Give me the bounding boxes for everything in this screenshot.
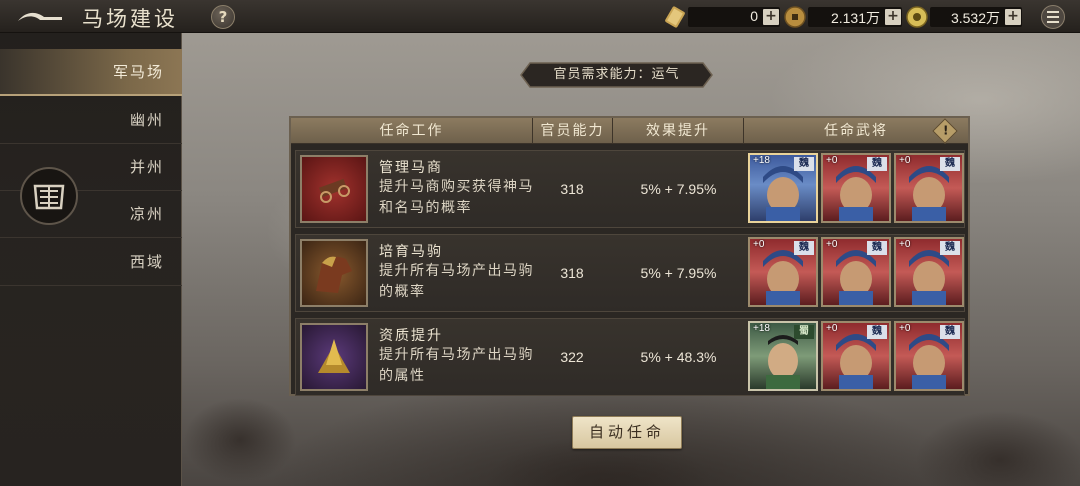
general-slot[interactable]: +0 魏: [894, 237, 964, 307]
official-ability: 318: [560, 181, 584, 197]
gold-resource: 3.532万 +: [930, 7, 1022, 27]
menu-line: [1047, 21, 1059, 23]
header-effect: 效果提升: [613, 118, 744, 144]
add-gold-button[interactable]: +: [1005, 9, 1021, 25]
top-bar: 马场建设 ? 0 + 2.131万 + 3.532万 +: [0, 0, 1080, 33]
general-slot[interactable]: +0 魏: [821, 153, 891, 223]
menu-line: [1047, 16, 1059, 18]
header-ability: 官员能力: [533, 118, 613, 144]
general-level: +0: [826, 239, 838, 250]
region-emblem-button[interactable]: [20, 167, 78, 225]
gold-coin-icon: [906, 6, 928, 28]
sidebar: 军马场 幽州 并州 凉州 西域: [0, 33, 182, 486]
effect-boost: 5% + 7.95%: [640, 181, 717, 197]
general-level: +0: [826, 323, 838, 334]
scroll-count: 0: [750, 8, 758, 24]
general-level: +0: [899, 239, 911, 250]
faction-badge: 魏: [940, 325, 960, 339]
copper-resource: 2.131万 +: [808, 7, 902, 27]
faction-badge: 魏: [794, 157, 814, 171]
copper-coin-icon: [784, 6, 806, 28]
general-slot[interactable]: +18 魏: [748, 153, 818, 223]
grain-bundle-icon: [318, 339, 350, 373]
task-name: 管理马商: [379, 160, 443, 176]
back-button[interactable]: [14, 6, 66, 28]
horse-icon: [316, 256, 352, 293]
requirement-text: 官员需求能力：运气: [553, 67, 680, 82]
auto-appoint-button[interactable]: 自动任命: [572, 416, 682, 449]
appointment-table: 任命工作 官员能力 效果提升 任命武将 ! 管理马商 提升马商购买获得神马和名马…: [289, 116, 970, 396]
effect-boost: 5% + 7.95%: [640, 265, 717, 281]
faction-badge: 魏: [940, 157, 960, 171]
task-desc: 提升所有马场产出马驹的概率: [379, 263, 534, 300]
official-ability: 322: [560, 349, 584, 365]
info-mark: !: [942, 123, 949, 138]
table-row: 培育马驹 提升所有马场产出马驹的概率 318 5% + 7.95% +0 魏 +…: [295, 234, 965, 312]
copper-count: 2.131万: [830, 10, 880, 26]
official-ability: 318: [560, 265, 584, 281]
task-desc: 提升马商购买获得神马和名马的概率: [379, 179, 534, 216]
back-arrow-icon: [18, 12, 62, 21]
general-slot[interactable]: +0 魏: [894, 321, 964, 391]
faction-badge: 魏: [940, 241, 960, 255]
task-name: 资质提升: [379, 328, 443, 344]
sidebar-item-army-horse-farm[interactable]: 军马场: [0, 49, 182, 96]
task-desc: 提升所有马场产出马驹的属性: [379, 347, 534, 384]
foal-thumb: [300, 239, 368, 307]
sidebar-item-youzhou[interactable]: 幽州: [0, 97, 182, 144]
table-row: 资质提升 提升所有马场产出马驹的属性 322 5% + 48.3% +18 蜀 …: [295, 318, 965, 396]
add-scroll-button[interactable]: +: [763, 9, 779, 25]
gold-count: 3.532万: [950, 10, 1000, 26]
faction-badge: 魏: [867, 325, 887, 339]
faction-badge: 魏: [867, 241, 887, 255]
general-slot[interactable]: +0 魏: [748, 237, 818, 307]
general-level: +0: [899, 323, 911, 334]
table-header: 任命工作 官员能力 效果提升 任命武将 !: [291, 118, 968, 144]
cart-icon: [319, 178, 350, 203]
add-copper-button[interactable]: +: [885, 9, 901, 25]
header-task: 任命工作: [291, 118, 533, 144]
scroll-icon: [665, 6, 685, 28]
table-row: 管理马商 提升马商购买获得神马和名马的概率 318 5% + 7.95% +18…: [295, 150, 965, 228]
general-level: +0: [753, 239, 765, 250]
scroll-resource: 0 +: [688, 7, 780, 27]
aptitude-thumb: [300, 323, 368, 391]
menu-button[interactable]: [1041, 5, 1065, 29]
emblem-icon: [33, 184, 65, 210]
general-slot[interactable]: +18 蜀: [748, 321, 818, 391]
menu-line: [1047, 11, 1059, 13]
general-level: +18: [753, 323, 770, 334]
effect-boost: 5% + 48.3%: [640, 349, 717, 365]
horse-trader-thumb: [300, 155, 368, 223]
faction-badge: 蜀: [794, 325, 814, 339]
faction-badge: 魏: [794, 241, 814, 255]
faction-badge: 魏: [867, 157, 887, 171]
general-level: +0: [899, 155, 911, 166]
general-slot[interactable]: +0 魏: [821, 237, 891, 307]
task-name: 培育马驹: [379, 244, 443, 260]
requirement-banner: 官员需求能力：运气: [520, 62, 713, 88]
general-level: +0: [826, 155, 838, 166]
page-title: 马场建设: [82, 7, 178, 31]
sidebar-item-xiyu[interactable]: 西域: [0, 239, 182, 286]
general-slot[interactable]: +0 魏: [821, 321, 891, 391]
general-level: +18: [753, 155, 770, 166]
help-button[interactable]: ?: [211, 5, 235, 29]
general-slot[interactable]: +0 魏: [894, 153, 964, 223]
